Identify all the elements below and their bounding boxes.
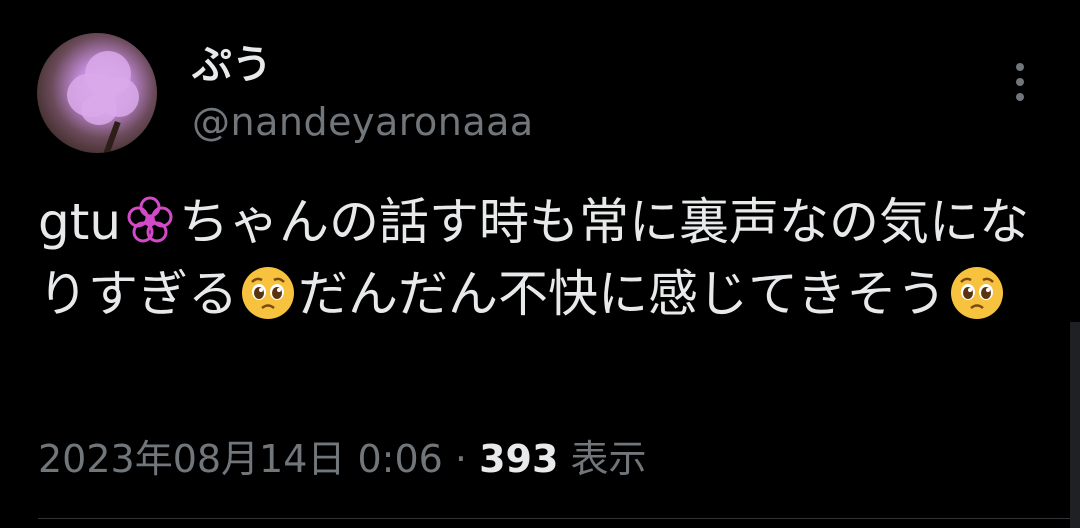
pleading-face-emoji-icon [242, 267, 294, 319]
meta-separator: · [442, 437, 480, 481]
tweet-card[interactable]: ぷう @nandeyaronaaa gtu ちゃんの話す時も常に裏声なの気になり… [0, 0, 1080, 528]
more-options-button[interactable] [1000, 58, 1040, 106]
views-label: 表示 [558, 437, 647, 481]
more-vertical-icon-dot [1016, 93, 1024, 101]
pleading-face-emoji-icon [950, 267, 1003, 319]
divider [38, 518, 1080, 519]
more-vertical-icon [1016, 63, 1024, 71]
author-display-name[interactable]: ぷう [192, 40, 272, 90]
tweet-text: gtu ちゃんの話す時も常に裏声なの気になりすぎる だんだん不快に感じてきそう [38, 186, 1038, 330]
tweet-text-segment: gtu [38, 193, 122, 251]
scrollbar[interactable] [1070, 322, 1080, 528]
tweet-meta: 2023年08月14日 0:06 · 393 表示 [38, 432, 647, 486]
author-handle[interactable]: @nandeyaronaaa [192, 98, 534, 146]
avatar[interactable] [37, 33, 157, 153]
tweet-timestamp[interactable]: 2023年08月14日 0:06 [38, 437, 443, 481]
views-count[interactable]: 393 [479, 437, 558, 481]
flower-emoji-icon [127, 196, 173, 243]
more-vertical-icon-dot [1016, 78, 1024, 86]
tweet-text-segment: だんだん不快に感じてきそう [298, 265, 947, 323]
